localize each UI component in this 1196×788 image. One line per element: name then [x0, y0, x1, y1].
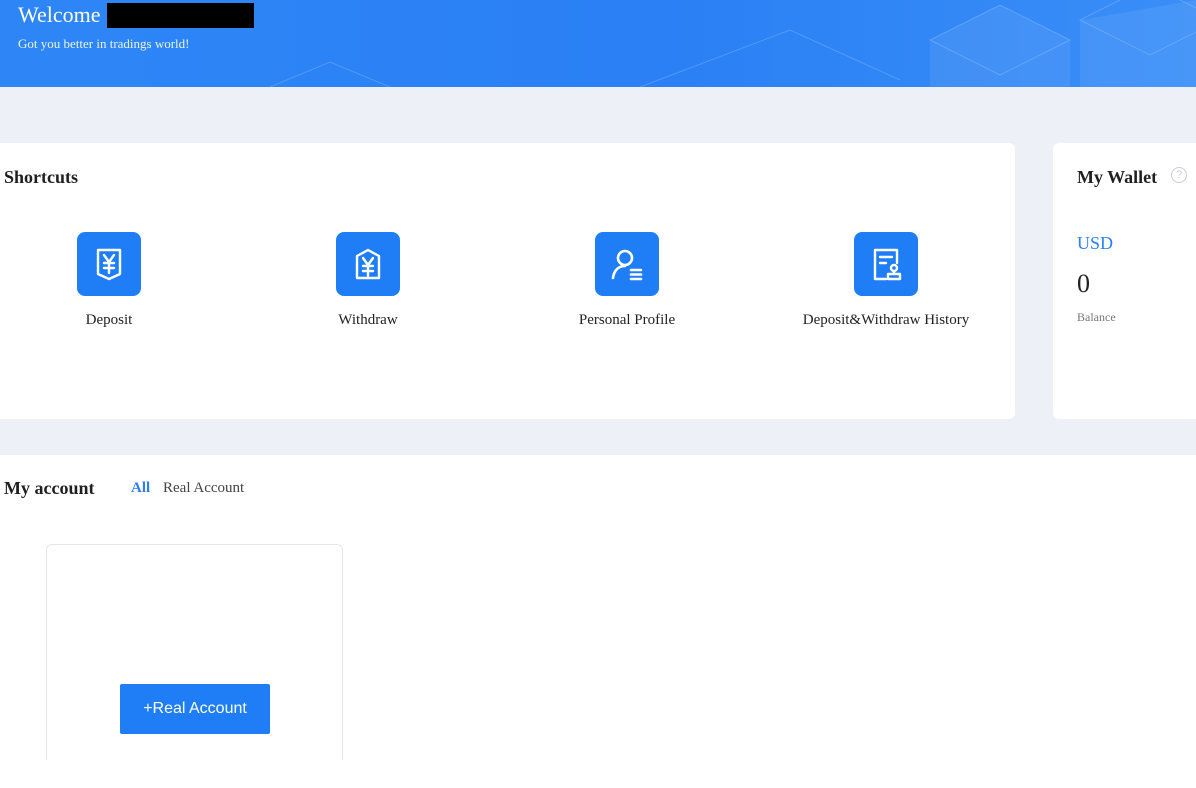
wallet-balance-value: 0: [1077, 269, 1090, 298]
page-bottom: [0, 760, 1196, 788]
welcome-row: Welcome: [18, 2, 254, 28]
shortcut-label: Deposit&Withdraw History: [802, 312, 970, 328]
shortcut-label: Deposit: [85, 312, 133, 328]
history-document-icon: [854, 232, 918, 296]
shortcuts-card: Shortcuts Deposit Withdraw Personal Prof…: [0, 143, 1015, 419]
withdraw-yen-icon: [336, 232, 400, 296]
shortcut-label: Withdraw: [338, 312, 398, 328]
tab-all[interactable]: All: [131, 480, 150, 497]
add-real-account-button[interactable]: +Real Account: [120, 684, 270, 734]
tab-real-account[interactable]: Real Account: [163, 480, 244, 497]
welcome-text: Welcome: [18, 2, 101, 27]
wallet-balance-label: Balance: [1077, 310, 1116, 324]
wallet-card: My Wallet ? USD 0 Balance: [1053, 143, 1196, 419]
profile-user-icon: [595, 232, 659, 296]
tagline: Got you better in tradings world!: [18, 36, 190, 51]
shortcut-personal-profile[interactable]: Personal Profile: [517, 232, 737, 329]
shortcut-withdraw[interactable]: Withdraw: [258, 232, 478, 329]
wallet-currency[interactable]: USD: [1077, 233, 1113, 254]
redacted-username: [106, 2, 254, 28]
welcome-banner: Welcome Got you better in tradings world…: [0, 0, 1196, 87]
my-account-title: My account: [4, 478, 95, 498]
help-icon[interactable]: ?: [1171, 167, 1187, 183]
add-account-card: +Real Account: [46, 544, 343, 774]
shortcut-deposit-withdraw-history[interactable]: Deposit&Withdraw History: [776, 232, 996, 329]
shortcut-label: Personal Profile: [578, 312, 676, 328]
wallet-title: My Wallet: [1077, 167, 1158, 187]
deposit-yen-icon: [77, 232, 141, 296]
shortcuts-title: Shortcuts: [4, 167, 79, 187]
shortcut-deposit[interactable]: Deposit: [0, 232, 219, 329]
